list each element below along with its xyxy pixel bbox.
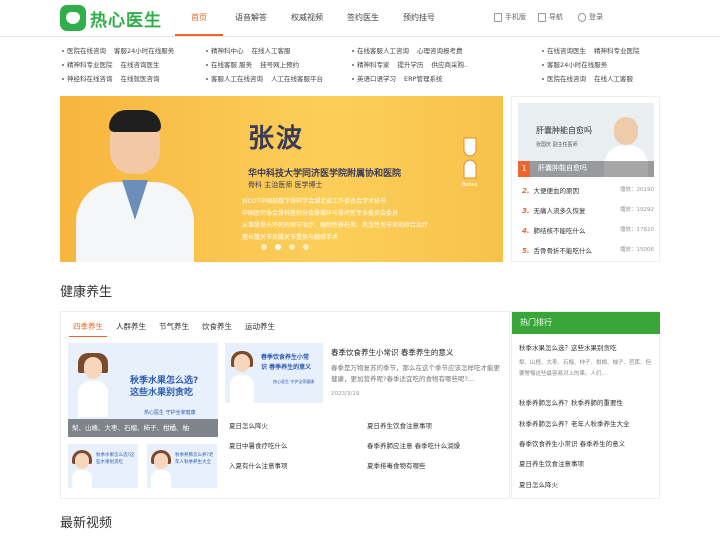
carousel-dots — [257, 244, 313, 250]
quick-links-r3c1[interactable]: 神经科在线咨询 在线就医咨询 — [62, 73, 168, 83]
article-title[interactable]: 春季饮食养生小常识 春季养生的意义 — [331, 347, 453, 358]
banner-doctor-name: 张波 — [248, 124, 305, 154]
featured-rank-number: 1 — [518, 161, 530, 177]
featured-card-caption: 梨、山楂、大枣、石榴、柿子、柑橘、柚 — [68, 419, 218, 437]
video-section-title: 最新视频 — [60, 516, 113, 531]
rank-item[interactable]: 4. 肺结核不能吃什么 播放：17820 — [522, 225, 654, 235]
hot-item[interactable]: 春季饮食养生小常识 春季养生的意义 — [519, 438, 625, 448]
article-link[interactable]: 春季养肺应注意 春季吃什么润燥 — [367, 440, 460, 450]
video-rank-panel: 肝囊肿能自愈吗 张国庆 副主任医师 1 肝囊肿能自愈吗 2. 大便便血的原因 播放：… — [511, 96, 660, 262]
article-thumbnail[interactable]: 春季饮食养生小常 识 春季养生的意义 热心医生 守护全家健康 — [225, 343, 323, 403]
article-link[interactable]: 夏季排毒食物有哪些 — [367, 460, 426, 470]
quick-links-r2c4[interactable]: 客服24小时在线服务 — [542, 59, 615, 69]
hot-item[interactable]: 夏日怎么降火 — [519, 479, 558, 489]
tab-diet[interactable]: 饮食养生 — [198, 318, 236, 336]
health-panel: 四季养生 人群养生 节气养生 饮食养生 运动养生 秋季水果怎么选? 这些水果别贪… — [60, 311, 510, 499]
user-icon — [578, 12, 586, 22]
main-nav: 首页 语音解答 权威视频 签约医生 预约挂号 — [175, 0, 447, 36]
rank-item[interactable]: 3. 无痛人流多久恢复 播放：19292 — [522, 205, 654, 215]
tab-exercise[interactable]: 运动养生 — [241, 318, 279, 336]
nav-appointment[interactable]: 预约挂号 — [391, 0, 447, 36]
hero-banner[interactable]: 张波 华中科技大学同济医学院附属协和医院 骨科 主治医师 医学博士 SICOT中… — [60, 96, 503, 262]
hot-ranking-title: 热门排行 — [512, 312, 660, 334]
article-link[interactable]: 入夏有什么注意事项 — [229, 460, 288, 470]
article-summary: 春季是万物复苏的季节，那么在这个季节应该怎样吃才能更健康，更加营养呢?春季适宜吃… — [331, 364, 500, 383]
mobile-link[interactable]: 手机版 — [494, 12, 526, 22]
logo-text: 热心医生 — [90, 10, 162, 31]
carousel-dot[interactable] — [289, 244, 295, 250]
doctor-portrait — [76, 102, 194, 262]
quick-links-r1c1[interactable]: 医院在线咨询 客服24小时在线服务 — [62, 45, 182, 55]
banner-doctor-title: 骨科 主治医师 医学博士 — [248, 181, 323, 189]
tab-solar-term[interactable]: 节气养生 — [155, 318, 193, 336]
small-article-card[interactable]: 秋季水果怎么选?这些水果别贪吃 — [68, 444, 138, 488]
quick-links-r3c3[interactable]: 英语口语学习 ERP管理系统 — [352, 73, 451, 83]
carousel-dot-active[interactable] — [275, 244, 281, 250]
featured-card-text: 秋季水果怎么选? 这些水果别贪吃 — [130, 376, 199, 398]
quick-links-r1c4[interactable]: 在线咨询医生 精神科专业医院 — [542, 45, 648, 55]
rank-item[interactable]: 2. 大便便血的原因 播放：20190 — [522, 185, 654, 195]
tab-crowd[interactable]: 人群养生 — [112, 318, 150, 336]
health-tabs: 四季养生 人群养生 节气养生 饮食养生 运动养生 — [69, 318, 284, 337]
article-link[interactable]: 夏日怎么降火 — [229, 420, 268, 430]
top-header: 热心医生 首页 语音解答 权威视频 签约医生 预约挂号 手机版 导航 登录 — [0, 0, 720, 37]
rank-item[interactable]: 5. 舌骨骨折不能吃什么 播放：15006 — [522, 245, 654, 255]
grid-icon — [538, 12, 546, 22]
health-section-title: 健康养生 — [60, 285, 113, 300]
featured-video-caption: 肝囊肿能自愈吗 — [538, 164, 587, 172]
phone-icon — [494, 12, 502, 22]
site-logo[interactable]: 热心医生 — [60, 4, 162, 32]
knee-bone-icon — [463, 137, 477, 179]
tab-seasonal[interactable]: 四季养生 — [69, 318, 107, 337]
nav-video[interactable]: 权威视频 — [279, 0, 335, 36]
quick-links-r2c3[interactable]: 精神科专家 提升学历 供应商采购.. — [352, 59, 476, 69]
hot-item[interactable]: 夏日养生饮食注意事项 — [519, 458, 584, 468]
navigation-link[interactable]: 导航 — [538, 12, 563, 22]
login-link[interactable]: 登录 — [578, 12, 603, 22]
quick-links-r3c2[interactable]: 客服人工在线咨询 人工在线客服平台 — [206, 73, 331, 83]
banner-hospital: 华中科技大学同济医学院附属协和医院 — [248, 169, 402, 179]
banner-bullets: SICOT中国部数字骨科学会湖北省工作委员会学术秘书 中国医师协会骨科医师分会骨… — [242, 198, 429, 241]
featured-video-title: 肝囊肿能自愈吗 — [536, 126, 592, 135]
quick-links-r1c2[interactable]: 精神科中心 在线人工客服 — [206, 45, 299, 55]
heart-doctor-logo-icon — [60, 5, 86, 31]
nav-voice-answer[interactable]: 语音解答 — [223, 0, 279, 36]
hot-item-summary: 梨、山楂、大枣、石榴、柿子、柑橘、柚子、芭蕉、但要警惕这些最容易对上的果。人们.… — [519, 360, 652, 377]
featured-video[interactable]: 肝囊肿能自愈吗 张国庆 副主任医师 1 肝囊肿能自愈吗 — [518, 103, 654, 177]
featured-video-doctor: 张国庆 副主任医师 — [536, 142, 578, 148]
carousel-dot[interactable] — [303, 244, 309, 250]
bone-label: Bones — [462, 182, 478, 188]
featured-article-card[interactable]: 秋季水果怎么选? 这些水果别贪吃 热心医生 守护全家健康 梨、山楂、大枣、石榴、… — [68, 343, 218, 437]
article-link[interactable]: 夏日养生饮食注意事项 — [367, 420, 432, 430]
nav-home[interactable]: 首页 — [175, 0, 223, 36]
quick-links-r2c2[interactable]: 在线客服 服务 挂号网上预约 — [206, 59, 307, 69]
nav-signed-doctor[interactable]: 签约医生 — [335, 0, 391, 36]
carousel-dot[interactable] — [261, 244, 267, 250]
quick-links-r1c3[interactable]: 在线客服人工咨询 心理咨询报考费 — [352, 45, 471, 55]
hot-ranking-panel: 热门排行 秋季水果怎么选？这些水果别贪吃 梨、山楂、大枣、石榴、柿子、柑橘、柚子… — [511, 311, 660, 499]
small-article-card[interactable]: 秋季养肺怎么养?老年人秋季养生大全 — [147, 444, 217, 488]
quick-links-r3c4[interactable]: 医院在线咨询 在线人工客服 — [542, 73, 641, 83]
quick-links-r2c1[interactable]: 精神科专业医院 在线咨询医生 — [62, 59, 168, 69]
hot-item[interactable]: 秋季水果怎么选？这些水果别贪吃 — [519, 342, 617, 352]
article-link[interactable]: 夏日中暑食疗吃什么 — [229, 440, 288, 450]
hot-item[interactable]: 秋季养肺怎么养？老年人秋季养生大全 — [519, 418, 630, 428]
hot-item[interactable]: 秋季养肺怎么养？秋季养肺的重要性 — [519, 397, 623, 407]
article-date: 2023/3/19 — [331, 391, 360, 397]
